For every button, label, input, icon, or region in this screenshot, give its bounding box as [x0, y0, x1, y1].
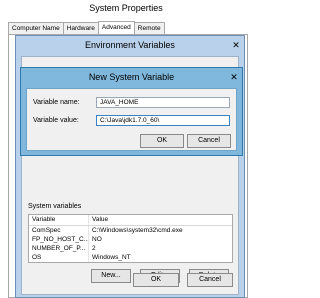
row-value: Windows_NT — [92, 254, 131, 261]
env-close-icon[interactable]: ✕ — [229, 39, 243, 51]
dialog-ok-button[interactable]: OK — [140, 134, 184, 148]
tab-computer-name[interactable]: Computer Name — [8, 22, 64, 34]
dialog-close-icon[interactable]: ✕ — [227, 71, 241, 83]
variable-name-field[interactable]: JAVA_HOME — [96, 97, 230, 108]
environment-variables-title: Environment Variables — [85, 40, 175, 50]
row-variable: ComSpec — [29, 226, 89, 235]
variable-value-field[interactable]: C:\Java\jdk1.7.0_60\ — [96, 115, 230, 126]
list-header: Variable Value — [29, 215, 232, 226]
column-header-variable[interactable]: Variable — [29, 215, 89, 225]
env-cancel-button[interactable]: Cancel — [187, 273, 233, 287]
row-value: NO — [92, 236, 102, 243]
dialog-cancel-button[interactable]: Cancel — [187, 134, 231, 148]
tab-strip: Computer Name Hardware Advanced Remote — [8, 21, 165, 34]
system-variables-label: System variables — [28, 203, 82, 210]
table-row[interactable]: NUMBER_OF_P... 2 — [29, 244, 232, 253]
column-header-value[interactable]: Value — [89, 215, 232, 225]
system-properties-title: System Properties — [89, 3, 163, 13]
tab-hardware[interactable]: Hardware — [62, 22, 99, 34]
table-row[interactable]: FP_NO_HOST_C... NO — [29, 235, 232, 244]
new-system-variable-body: Variable name: JAVA_HOME Variable value:… — [26, 88, 237, 151]
table-row[interactable]: OS Windows_NT — [29, 253, 232, 262]
new-variable-button[interactable]: New... — [91, 269, 131, 283]
system-variables-list[interactable]: Variable Value ComSpec C:\Windows\system… — [28, 214, 233, 263]
new-system-variable-dialog: New System Variable ✕ Variable name: JAV… — [20, 67, 243, 156]
row-value: C:\Windows\system32\cmd.exe — [92, 227, 183, 234]
tab-remote[interactable]: Remote — [133, 22, 165, 34]
row-value: 2 — [92, 245, 96, 252]
table-row[interactable]: ComSpec C:\Windows\system32\cmd.exe — [29, 226, 232, 235]
tab-advanced[interactable]: Advanced — [97, 21, 135, 34]
row-variable: OS — [29, 253, 89, 262]
new-system-variable-title: New System Variable — [88, 72, 175, 82]
variable-value-label: Variable value: — [33, 117, 79, 124]
env-ok-button[interactable]: OK — [133, 273, 179, 287]
row-variable: NUMBER_OF_P... — [29, 244, 89, 253]
variable-name-label: Variable name: — [33, 99, 80, 106]
row-variable: FP_NO_HOST_C... — [29, 235, 89, 244]
